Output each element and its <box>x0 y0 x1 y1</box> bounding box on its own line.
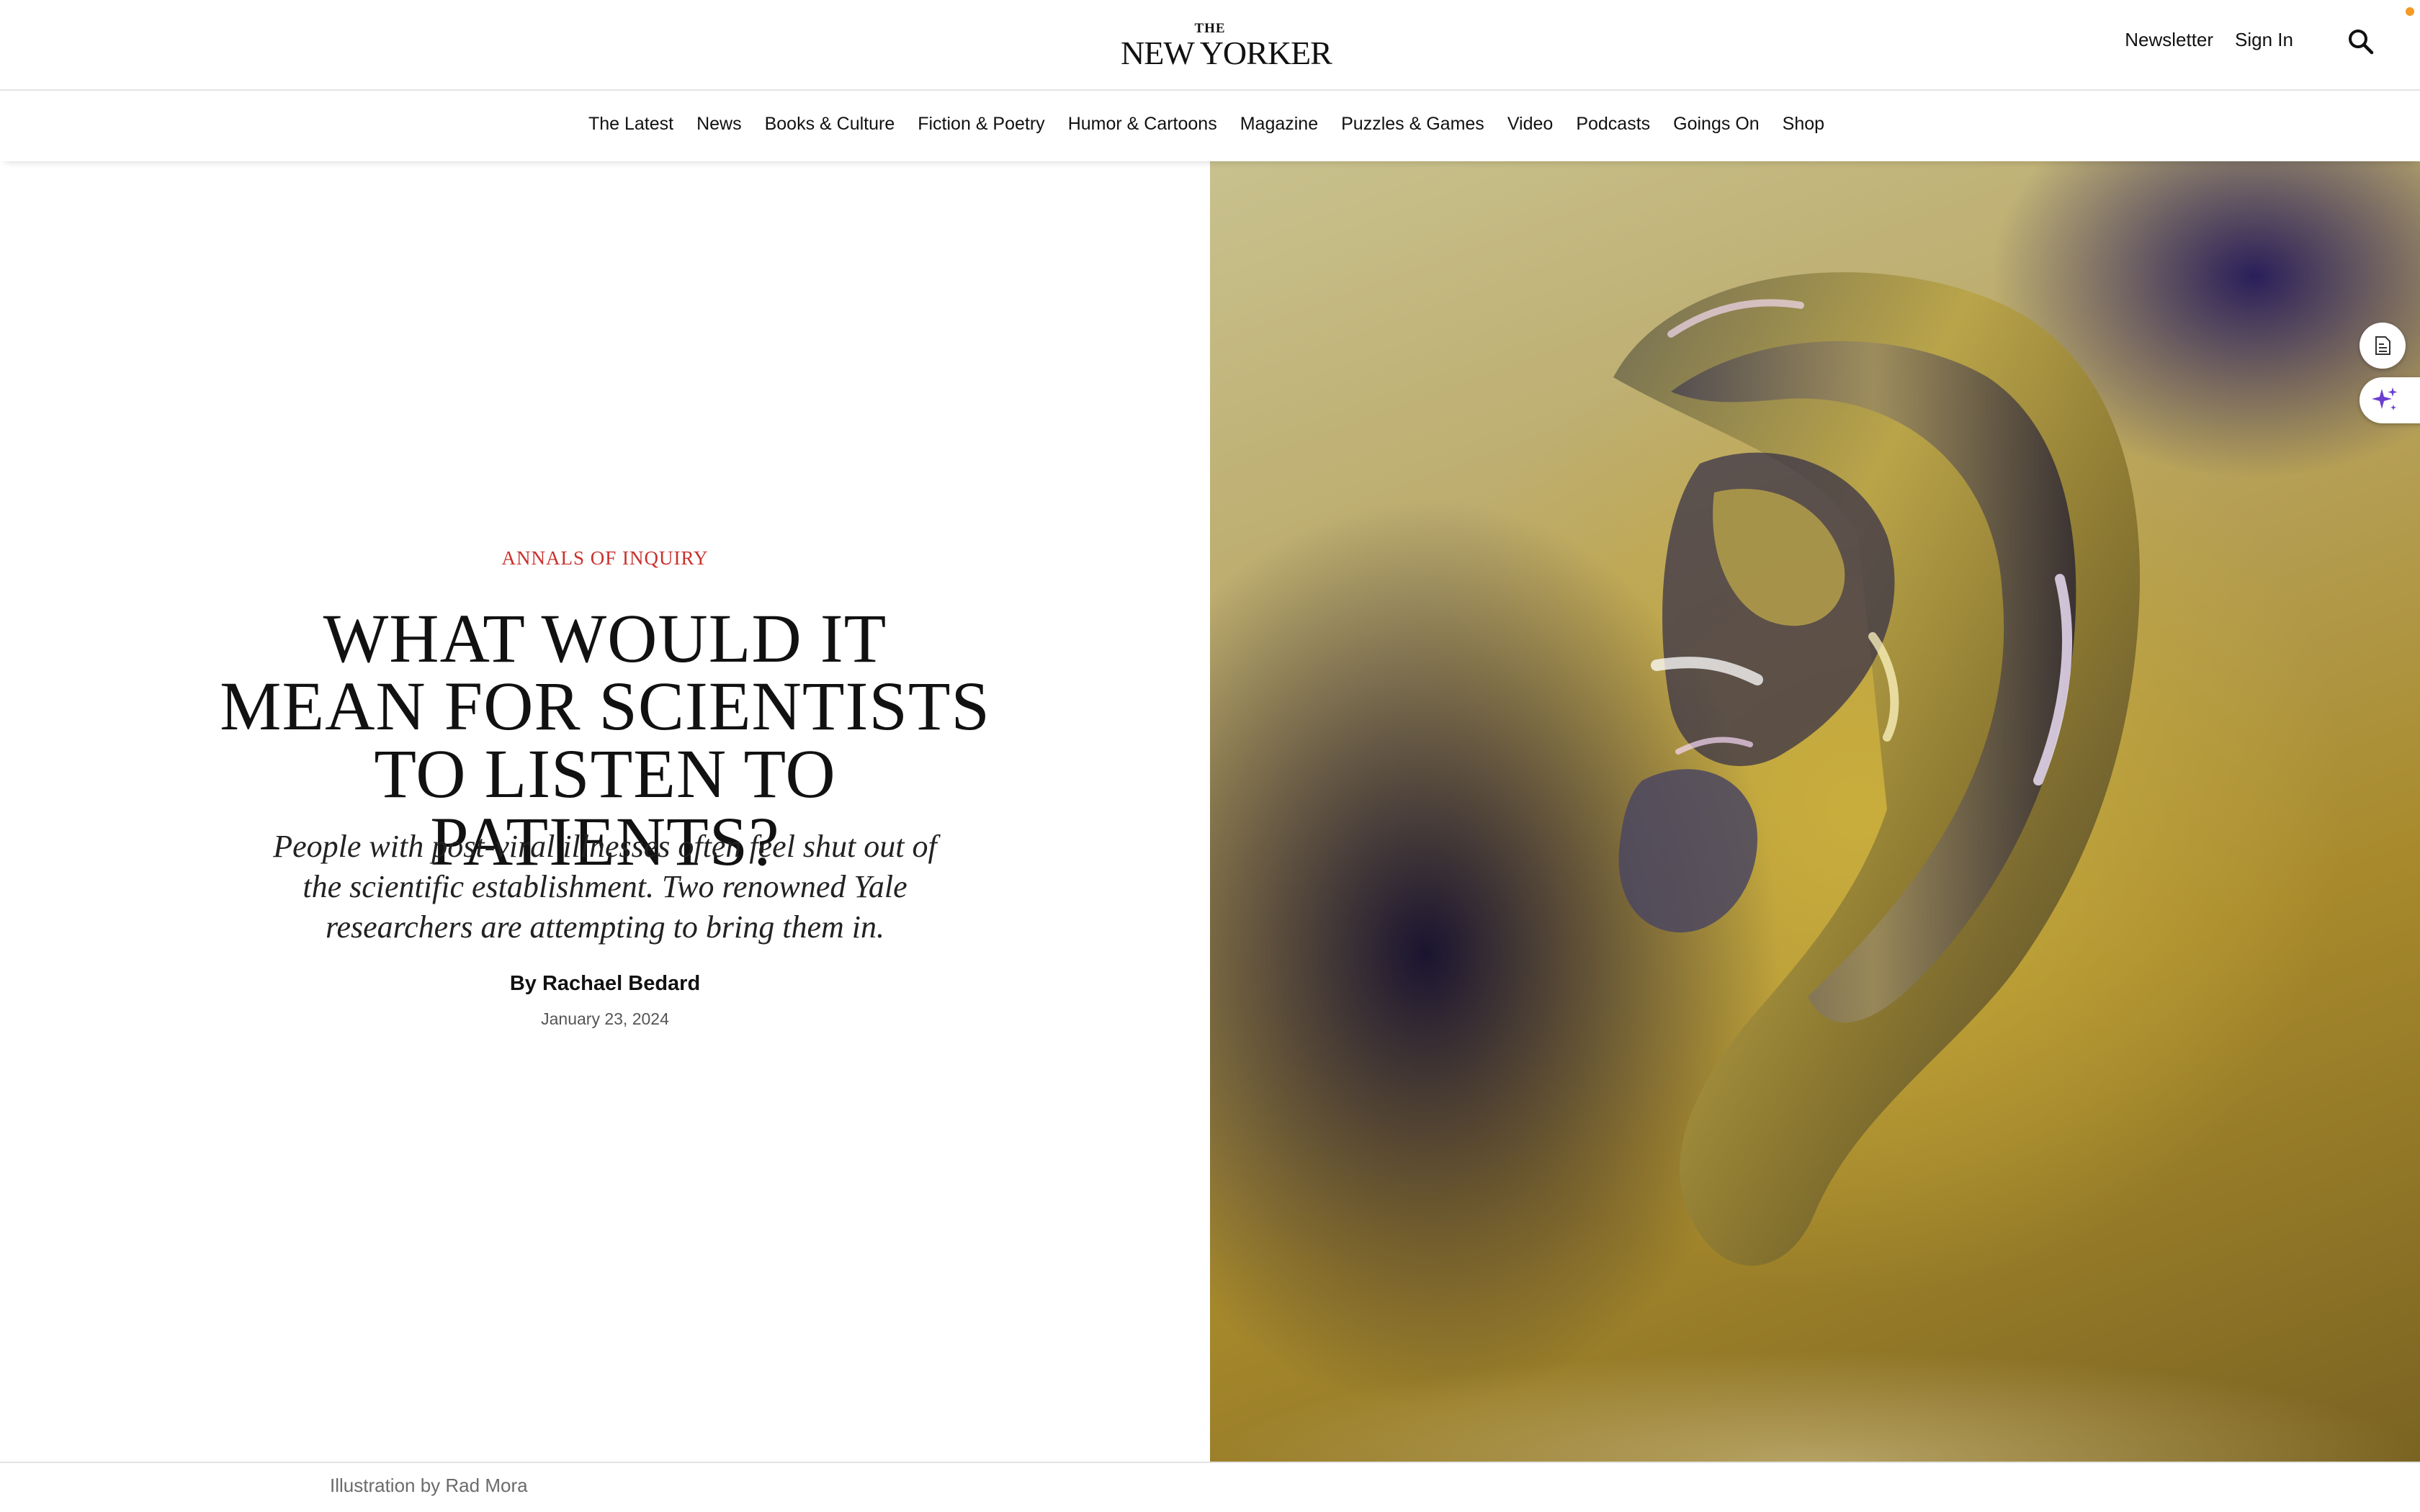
article-header: ANNALS OF INQUIRY WHAT WOULD IT MEAN FOR… <box>0 161 1210 1462</box>
nav-item-goings-on[interactable]: Goings On <box>1673 114 1760 135</box>
nav-list: The Latest News Books & Culture Fiction … <box>0 114 2420 135</box>
nav-item-puzzles-games[interactable]: Puzzles & Games <box>1341 114 1484 135</box>
author-link[interactable]: Rachael Bedard <box>542 972 700 995</box>
chrome-ear-illustration <box>1210 272 2420 1462</box>
nav-item-the-latest[interactable]: The Latest <box>588 114 673 135</box>
article-dek: People with post-viral illnesses often f… <box>273 829 937 945</box>
search-button[interactable] <box>2347 27 2375 56</box>
lead-illustration <box>1210 161 2420 1462</box>
nav-item-magazine[interactable]: Magazine <box>1240 114 1318 135</box>
nav-item-humor-cartoons[interactable]: Humor & Cartoons <box>1068 114 1217 135</box>
byline: By Rachael Bedard <box>0 972 1210 996</box>
search-icon <box>2349 30 2374 55</box>
ai-assistant-button[interactable] <box>2360 377 2420 423</box>
nav-item-fiction-poetry[interactable]: Fiction & Poetry <box>918 114 1044 135</box>
sign-in-link[interactable]: Sign In <box>2235 29 2293 51</box>
newsletter-link[interactable]: Newsletter <box>2125 29 2213 51</box>
sparkle-icon <box>2372 387 2398 410</box>
byline-prefix: By <box>509 972 537 995</box>
masthead: THE NEW YORKER Newsletter Sign In <box>0 0 2420 91</box>
nav-item-podcasts[interactable]: Podcasts <box>1576 114 1650 135</box>
summary-button[interactable] <box>2360 323 2406 369</box>
notification-dot <box>2406 7 2414 16</box>
account-links: Newsletter Sign In <box>2125 29 2293 51</box>
logo-name: NEW YORKER <box>1121 35 1332 71</box>
document-icon <box>2375 336 2390 355</box>
logo-the: THE <box>1194 21 1226 36</box>
caption-divider <box>0 1462 2420 1463</box>
article-rubric[interactable]: ANNALS OF INQUIRY <box>0 547 1210 570</box>
image-caption: Illustration by Rad Mora <box>330 1475 528 1496</box>
new-yorker-logo[interactable]: THE NEW YORKER <box>1121 21 1332 71</box>
nav-item-shop[interactable]: Shop <box>1783 114 1824 135</box>
main-navigation: The Latest News Books & Culture Fiction … <box>0 91 2420 161</box>
publish-date: January 23, 2024 <box>541 1009 669 1028</box>
nav-item-video[interactable]: Video <box>1507 114 1554 135</box>
nav-item-books-culture[interactable]: Books & Culture <box>765 114 895 135</box>
nav-item-news[interactable]: News <box>696 114 742 135</box>
